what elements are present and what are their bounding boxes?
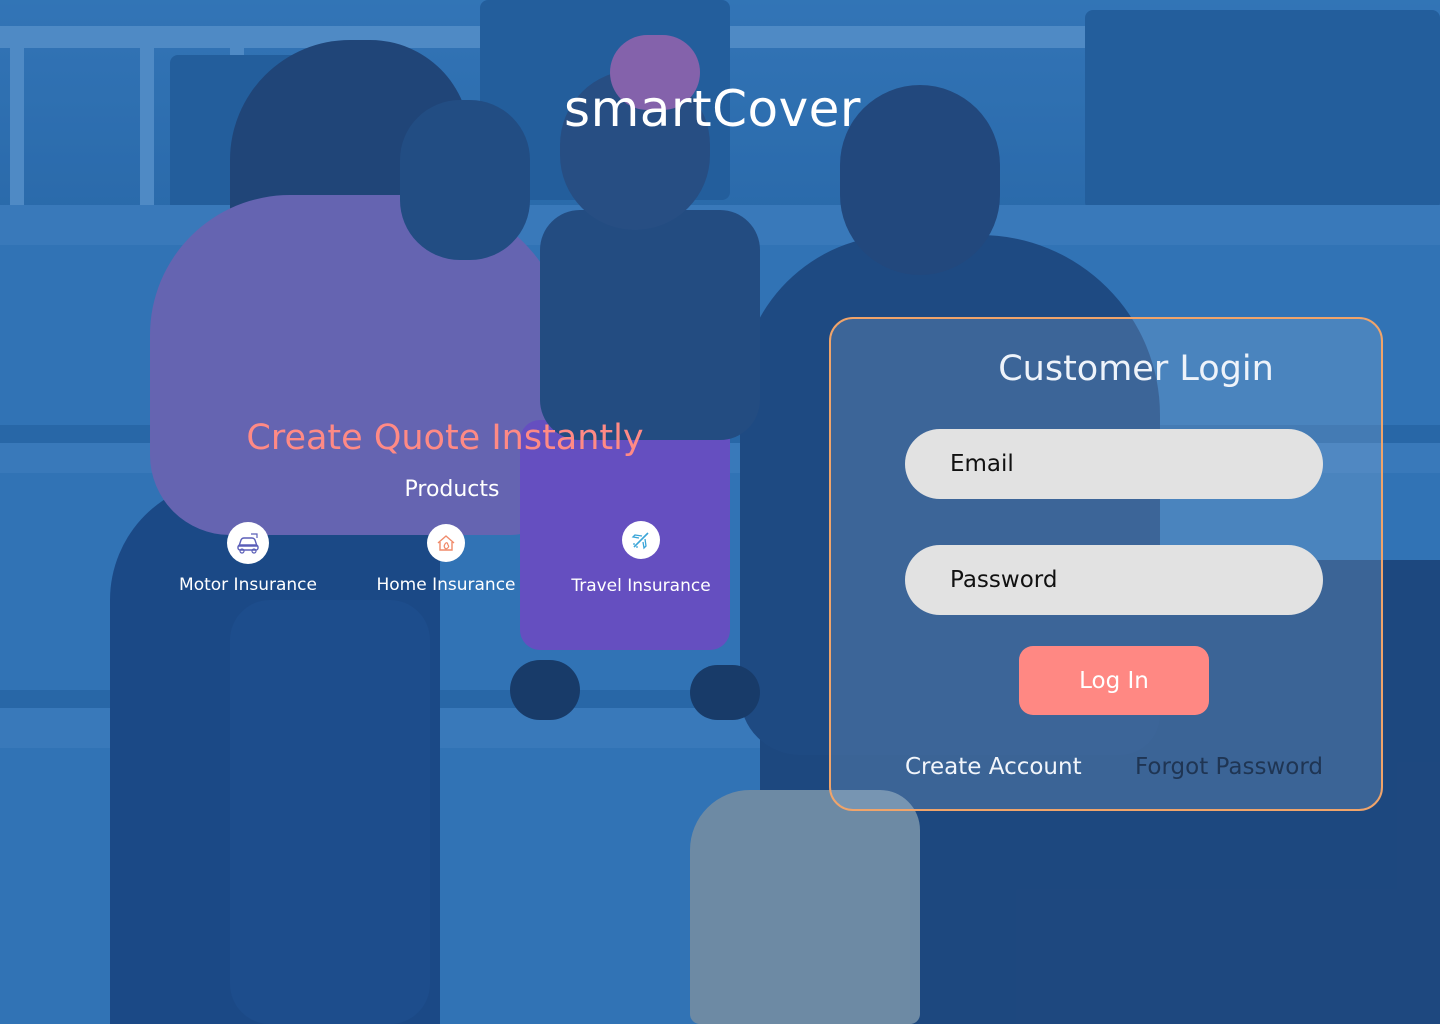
customer-login-card: Customer Login Log In Create Account For… [829,317,1383,811]
car-icon [227,522,269,564]
product-motor-insurance[interactable]: Motor Insurance [158,520,338,595]
house-icon [427,524,465,562]
airplane-icon [622,521,660,559]
brand-logo-text: smartCover [564,80,861,138]
product-travel-label: Travel Insurance [571,576,711,596]
create-account-link[interactable]: Create Account [905,754,1082,780]
product-home-label: Home Insurance [376,575,516,595]
products-heading: Products [404,477,500,502]
login-page: smartCover Create Quote Instantly Produc… [0,0,1440,1024]
quote-heading: Create Quote Instantly [246,418,644,458]
login-title: Customer Login [998,349,1274,389]
forgot-password-link[interactable]: Forgot Password [1135,754,1323,780]
product-home-insurance[interactable]: Home Insurance [356,520,536,595]
password-field[interactable] [905,545,1323,615]
log-in-button[interactable]: Log In [1019,646,1209,715]
email-field[interactable] [905,429,1323,499]
product-travel-insurance[interactable]: Travel Insurance [551,520,731,596]
product-motor-label: Motor Insurance [179,575,317,595]
